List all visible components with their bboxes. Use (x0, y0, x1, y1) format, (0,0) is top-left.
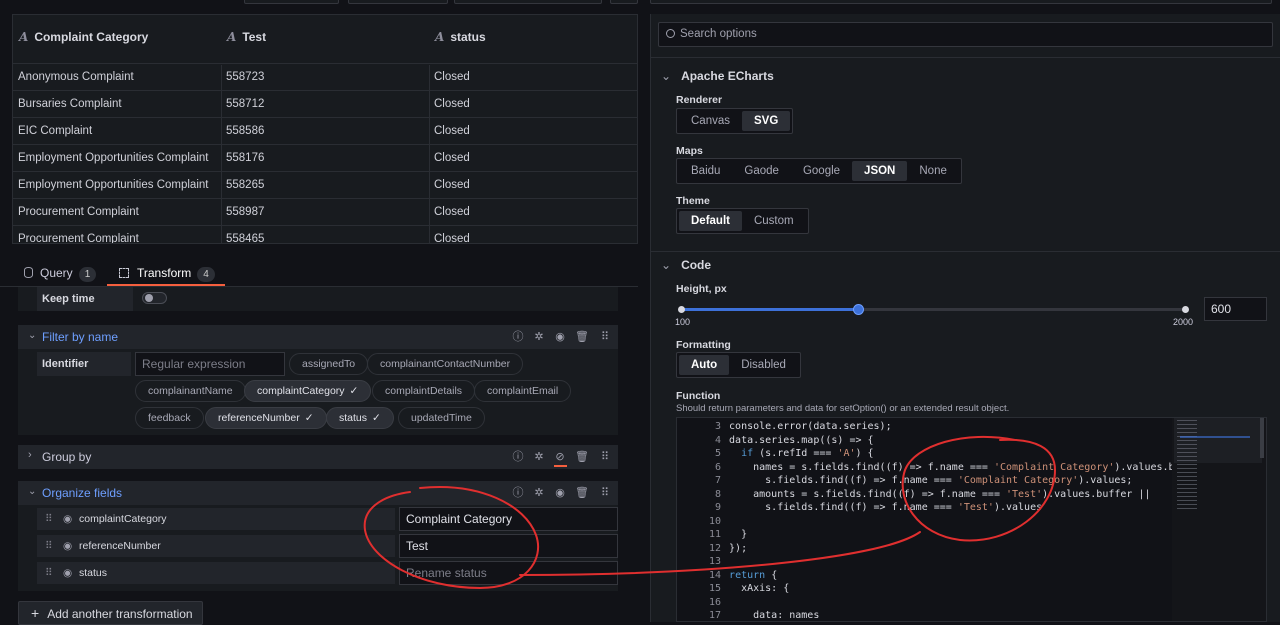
annotation-circle-rename (363, 486, 540, 590)
annotation-circle-code (901, 435, 1057, 542)
annotation-overlay (363, 435, 1057, 590)
annotation-connector-line (519, 531, 921, 576)
